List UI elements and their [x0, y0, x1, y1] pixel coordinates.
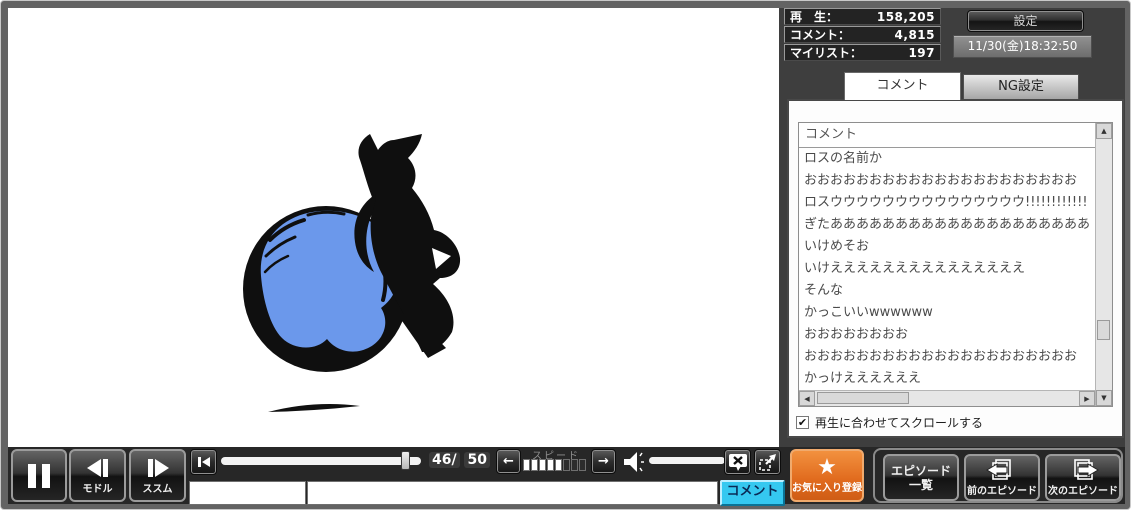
episode-list-label-2: 一覧 [891, 478, 951, 492]
comment-row[interactable]: おおおおおおおおおおおおおおおおおおおおお [799, 346, 1095, 368]
resize-player-button[interactable] [754, 449, 781, 475]
comment-listbox: コメント ロスの名前かおおおおおおおおおおおおおおおおおおおおおロスウウウウウウ… [798, 122, 1113, 407]
comment-row[interactable]: ロスウウウウウウウウウウウウウウウ!!!!!!!!!!!! [799, 192, 1095, 214]
datetime-display: 11/30(金)18:32:50 [953, 35, 1092, 58]
pause-icon [28, 464, 50, 488]
volume-bar[interactable] [649, 457, 725, 464]
forward-button-label: ススム [143, 480, 173, 495]
stats-table: 再 生： 158,205 コメント： 4,815 マイリスト： 197 [784, 8, 941, 62]
scroll-down-button[interactable]: ▼ [1096, 390, 1112, 406]
horizontal-scrollbar[interactable]: ◀ ▶ [799, 390, 1095, 406]
player-window: 再 生： 158,205 コメント： 4,815 マイリスト： 197 設定 1… [0, 0, 1131, 510]
speed-segment [563, 459, 570, 471]
hide-comments-button[interactable] [724, 449, 751, 475]
scroll-up-button[interactable]: ▲ [1096, 123, 1112, 139]
seek-thumb[interactable] [401, 451, 410, 470]
speaker-icon[interactable] [621, 450, 647, 474]
speed-segment [579, 459, 586, 471]
stat-row-mylist: マイリスト： 197 [784, 44, 941, 61]
video-frame-illustration [8, 8, 779, 447]
favorite-button-label: お気に入り登録 [792, 479, 862, 494]
scroll-right-button[interactable]: ▶ [1079, 391, 1095, 406]
comment-row[interactable]: おおおおおおおおおおおおおおおおおおおおお [799, 170, 1095, 192]
comment-panel: コメント ロスの名前かおおおおおおおおおおおおおおおおおおおおおロスウウウウウウ… [787, 99, 1124, 438]
speed-segments [523, 459, 586, 471]
vertical-scrollbar[interactable]: ▲ ▼ [1095, 123, 1112, 406]
scroll-left-button[interactable]: ◀ [799, 391, 815, 406]
resize-icon [758, 452, 778, 472]
comment-row[interactable]: いけめそお [799, 236, 1095, 258]
prev-episode-label: 前のエピソード [967, 482, 1037, 497]
episode-button-group: エピソード 一覧 前のエピソード 次のエピソード [873, 448, 1123, 503]
time-current: 46/ [429, 452, 460, 468]
back-arrow-icon [85, 457, 111, 479]
comment-row[interactable]: そんな [799, 280, 1095, 302]
comment-list-rows: ロスの名前かおおおおおおおおおおおおおおおおおおおおおロスウウウウウウウウウウウ… [799, 148, 1095, 390]
speed-segment [531, 459, 538, 471]
vscroll-track[interactable] [1096, 139, 1112, 390]
speed-segment [555, 459, 562, 471]
command-input[interactable] [189, 481, 306, 505]
speed-up-button[interactable]: → [591, 449, 616, 474]
autoscroll-row: ✔ 再生に合わせてスクロールする [796, 414, 983, 431]
prev-episode-icon [985, 459, 1019, 481]
stat-row-plays: 再 生： 158,205 [784, 8, 941, 25]
autoscroll-label: 再生に合わせてスクロールする [815, 414, 983, 431]
tab-comment[interactable]: コメント [844, 72, 961, 100]
favorite-button[interactable]: ★ お気に入り登録 [790, 449, 864, 502]
comment-submit-button[interactable]: コメント [720, 480, 785, 506]
speed-segment [523, 459, 530, 471]
speed-segment [571, 459, 578, 471]
stat-label: 再 生： [790, 8, 838, 25]
stat-value: 197 [908, 46, 935, 60]
comment-row[interactable]: いけえええええええええええええええ [799, 258, 1095, 280]
comment-row[interactable]: おおおおおおおお [799, 324, 1095, 346]
episode-list-label-1: エピソード [891, 464, 951, 478]
hscroll-thumb[interactable] [817, 392, 909, 404]
stat-value: 4,815 [895, 28, 935, 42]
time-total: 50 [464, 452, 489, 468]
comment-row[interactable]: ぎたああああああああああああああああああああ [799, 214, 1095, 236]
step-back-button[interactable]: モドル [69, 449, 126, 502]
stat-label: マイリスト： [790, 44, 862, 61]
time-display: 46/ 50 [429, 452, 490, 468]
speed-down-button[interactable]: ← [496, 449, 521, 474]
speed-segment [539, 459, 546, 471]
ground-shadow [268, 404, 360, 412]
control-bar: モドル ススム 46/ 50 ← スピード → [8, 447, 1125, 504]
seek-bar[interactable] [221, 457, 421, 465]
skip-start-icon [197, 456, 211, 468]
skip-to-start-button[interactable] [190, 449, 217, 475]
comment-off-icon [728, 453, 748, 472]
stat-value: 158,205 [877, 10, 935, 24]
speed-segment [547, 459, 554, 471]
autoscroll-checkbox[interactable]: ✔ [796, 416, 809, 429]
back-button-label: モドル [83, 480, 113, 495]
next-episode-label: 次のエピソード [1048, 482, 1118, 497]
stat-row-comments: コメント： 4,815 [784, 26, 941, 43]
video-screen[interactable] [8, 8, 779, 447]
vscroll-thumb[interactable] [1097, 320, 1110, 340]
episode-list-button[interactable]: エピソード 一覧 [883, 454, 959, 501]
settings-button[interactable]: 設定 [967, 10, 1084, 32]
comment-row[interactable]: かっけええええええ [799, 368, 1095, 390]
stat-label: コメント： [790, 26, 850, 43]
speed-control: ← スピード → [496, 449, 616, 475]
forward-arrow-icon [145, 457, 171, 479]
next-episode-icon [1066, 459, 1100, 481]
hscroll-track[interactable] [815, 391, 1079, 406]
star-icon: ★ [817, 457, 837, 479]
tab-ng-settings[interactable]: NG設定 [963, 74, 1079, 100]
step-forward-button[interactable]: ススム [129, 449, 186, 502]
comment-input[interactable] [307, 481, 718, 505]
pause-button[interactable] [11, 449, 67, 502]
next-episode-button[interactable]: 次のエピソード [1045, 454, 1121, 501]
prev-episode-button[interactable]: 前のエピソード [964, 454, 1040, 501]
comment-row[interactable]: ロスの名前か [799, 148, 1095, 170]
comment-row[interactable]: かっこいいwwwwww [799, 302, 1095, 324]
comment-list-header: コメント [799, 123, 1095, 148]
right-panel: 再 生： 158,205 コメント： 4,815 マイリスト： 197 設定 1… [779, 8, 1125, 447]
